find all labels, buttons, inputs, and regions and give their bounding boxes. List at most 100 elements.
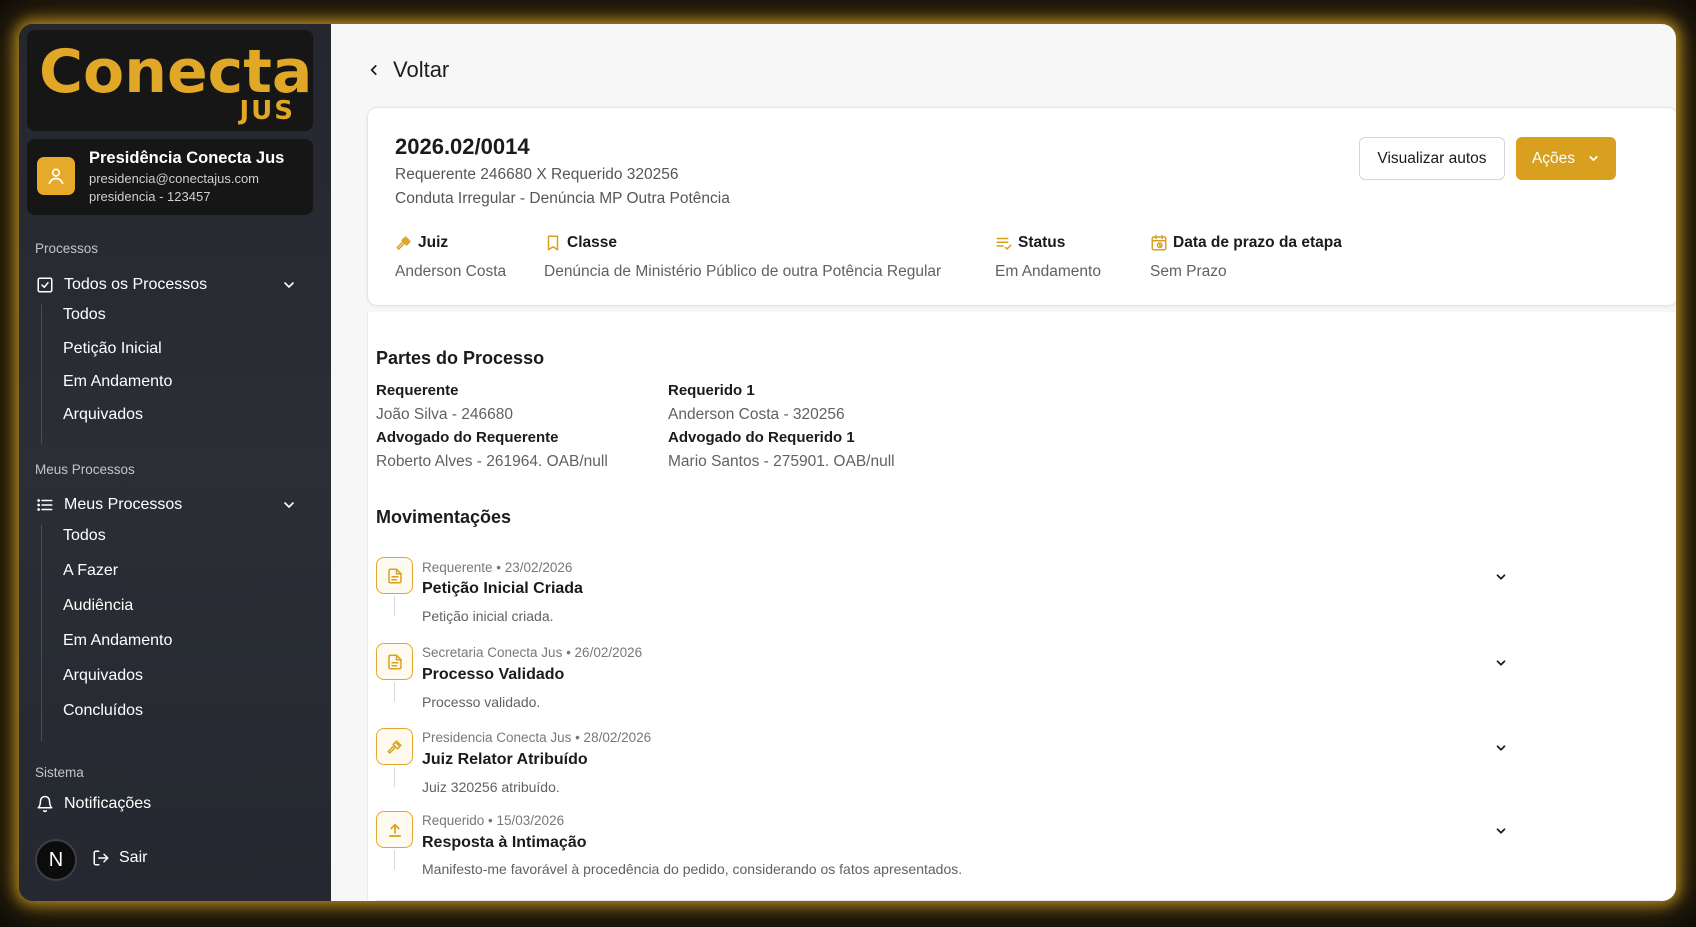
logout-icon: [93, 850, 109, 866]
meta-status: Status Em Andamento: [995, 234, 1101, 281]
process-subject: Conduta Irregular - Denúncia MP Outra Po…: [395, 190, 730, 207]
document-icon: [376, 643, 413, 680]
sub-list-divider: [41, 304, 42, 444]
actions-dropdown-button[interactable]: Ações: [1516, 137, 1616, 180]
user-icon: [37, 157, 75, 195]
chevron-down-icon[interactable]: [1494, 824, 1508, 843]
section-label-sistema: Sistema: [35, 765, 84, 780]
document-icon: [376, 557, 413, 594]
sidebar-item-audiencia[interactable]: Audiência: [63, 597, 133, 615]
requerido-value: Anderson Costa - 320256: [668, 406, 845, 423]
parties-section-title: Partes do Processo: [376, 348, 545, 368]
sidebar-item-todos[interactable]: Todos: [63, 527, 106, 545]
process-body-card: Partes do Processo Requerente João Silva…: [367, 312, 1676, 901]
back-button[interactable]: Voltar: [367, 57, 449, 83]
meta-class: Classe Denúncia de Ministério Público de…: [544, 234, 941, 281]
logout-button[interactable]: Sair: [92, 849, 147, 867]
sidebar-item-arquivados[interactable]: Arquivados: [63, 406, 143, 424]
movement-meta: Presidencia Conecta Jus • 28/02/2026: [422, 730, 652, 745]
timeline-line: [394, 850, 395, 870]
deadline-value: Sem Prazo: [1150, 263, 1227, 280]
requerente-label: Requerente: [376, 382, 459, 399]
logout-label: Sair: [119, 849, 148, 866]
chevron-down-icon[interactable]: [281, 277, 297, 293]
sidebar-item-a-fazer[interactable]: A Fazer: [63, 562, 118, 580]
brand-logo[interactable]: Conecta JUS: [27, 30, 313, 131]
process-header-card: 2026.02/0014 Requerente 246680 X Requeri…: [367, 107, 1676, 306]
divider: [376, 900, 1660, 901]
sidebar-item-peticao-inicial[interactable]: Petição Inicial: [63, 340, 162, 358]
movement-title: Petição Inicial Criada: [422, 580, 583, 597]
list-icon: [35, 495, 55, 515]
bookmark-icon: [547, 235, 559, 251]
process-parties: Requerente 246680 X Requerido 320256: [395, 166, 679, 183]
sidebar-item-em-andamento[interactable]: Em Andamento: [63, 373, 172, 391]
adv-requerido-label: Advogado do Requerido 1: [668, 429, 855, 446]
movement-description: Manifesto-me favorável à procedência do …: [422, 861, 963, 877]
actions-label: Ações: [1531, 149, 1576, 167]
upload-icon: [376, 811, 413, 848]
nav-meus-processos[interactable]: Meus Processos: [35, 490, 297, 520]
checkbox-icon: [35, 275, 55, 295]
adv-requerente-value: Roberto Alves - 261964. OAB/null: [376, 453, 608, 470]
timeline-line: [394, 596, 395, 616]
nav-label: Notificações: [64, 795, 152, 812]
user-profile-card[interactable]: Presidência Conecta Jus presidencia@cone…: [27, 139, 313, 215]
movement-meta: Requerido • 15/03/2026: [422, 813, 565, 828]
nav-notificacoes[interactable]: Notificações: [35, 789, 297, 819]
profile-id: presidencia - 123457: [89, 189, 211, 204]
sidebar-item-concluidos[interactable]: Concluídos: [63, 702, 143, 720]
nav-label: Meus Processos: [64, 496, 183, 513]
chevron-down-icon[interactable]: [1494, 570, 1508, 589]
chevron-down-icon[interactable]: [1494, 656, 1508, 675]
movement-description: Juiz 320256 atribuído.: [422, 779, 560, 795]
app-window: Conecta JUS Presidência Conecta Jus pres…: [19, 24, 1676, 901]
deadline-label: Data de prazo da etapa: [1173, 234, 1342, 251]
gavel-icon: [396, 236, 411, 250]
requerente-value: João Silva - 246680: [376, 406, 514, 423]
adv-requerente-label: Advogado do Requerente: [376, 429, 559, 446]
status-label: Status: [1018, 234, 1066, 251]
back-label: Voltar: [393, 57, 450, 82]
sub-list-divider: [41, 525, 42, 741]
calendar-clock-icon: [1151, 234, 1167, 251]
logo-subtitle: JUS: [239, 96, 295, 126]
section-label-meus-processos: Meus Processos: [35, 462, 135, 477]
nav-todos-os-processos[interactable]: Todos os Processos: [35, 270, 297, 300]
movement-meta: Secretaria Conecta Jus • 26/02/2026: [422, 645, 643, 660]
movement-title: Resposta à Intimação: [422, 834, 587, 851]
user-avatar[interactable]: N: [35, 839, 77, 881]
nav-label: Todos os Processos: [64, 276, 208, 293]
chevron-down-icon[interactable]: [1494, 741, 1508, 760]
process-number: 2026.02/0014: [395, 134, 530, 159]
sidebar-item-todos[interactable]: Todos: [63, 306, 106, 324]
movements-section-title: Movimentações: [376, 507, 512, 527]
judge-value: Anderson Costa: [395, 263, 507, 280]
movement-title: Juiz Relator Atribuído: [422, 751, 588, 768]
chevron-left-icon: [370, 65, 377, 75]
movement-description: Petição inicial criada.: [422, 608, 554, 624]
judge-label: Juiz: [418, 234, 449, 251]
meta-deadline: Data de prazo da etapa Sem Prazo: [1150, 234, 1342, 281]
movement-meta: Requerente • 23/02/2026: [422, 560, 573, 575]
sidebar: Conecta JUS Presidência Conecta Jus pres…: [19, 24, 331, 901]
sidebar-item-arquivados[interactable]: Arquivados: [63, 667, 143, 685]
list-check-icon: [996, 237, 1012, 250]
chevron-down-icon[interactable]: [281, 497, 297, 513]
main-content: Voltar 2026.02/0014 Requerente 246680 X …: [331, 24, 1676, 901]
gavel-icon: [376, 728, 413, 765]
timeline-line: [394, 767, 395, 787]
chevron-down-icon: [1589, 156, 1598, 161]
requerido-label: Requerido 1: [668, 382, 755, 399]
class-value: Denúncia de Ministério Público de outra …: [544, 263, 942, 280]
timeline-line: [394, 682, 395, 702]
status-value: Em Andamento: [995, 263, 1101, 280]
sidebar-item-em-andamento[interactable]: Em Andamento: [63, 632, 172, 650]
section-label-processos: Processos: [35, 241, 99, 256]
class-label: Classe: [567, 234, 617, 251]
meta-judge: Juiz Anderson Costa: [395, 234, 506, 281]
bell-icon: [35, 794, 55, 814]
profile-email: presidencia@conectajus.com: [89, 171, 260, 186]
view-records-button[interactable]: Visualizar autos: [1359, 137, 1505, 180]
movement-description: Processo validado.: [422, 694, 541, 710]
